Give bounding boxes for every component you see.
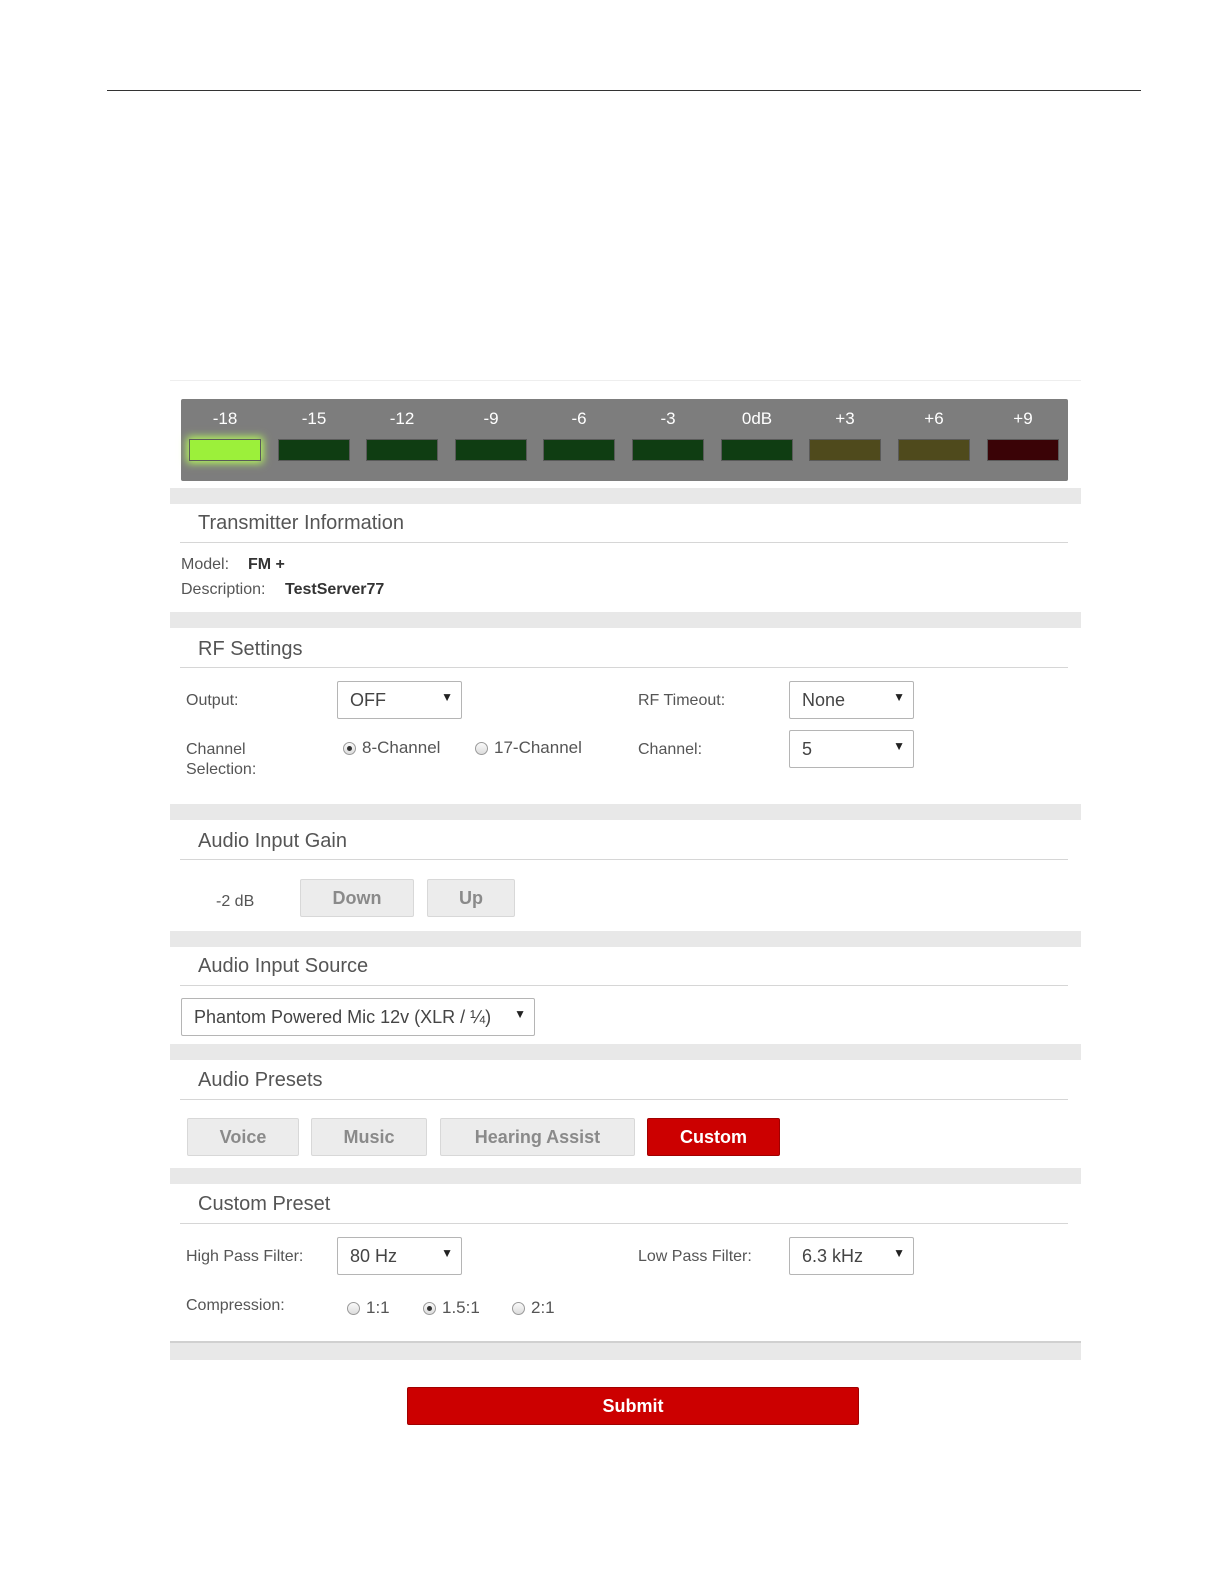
meter-led [189, 439, 261, 461]
audio-source-select-value: Phantom Powered Mic 12v (XLR / ¼) [194, 1007, 492, 1027]
low-pass-filter-label: Low Pass Filter: [638, 1248, 752, 1265]
meter-led [632, 439, 704, 461]
radio-compression-2-1-label: 2:1 [531, 1298, 555, 1317]
meter-led [455, 439, 527, 461]
meter-label: +9 [1013, 409, 1033, 428]
radio-17-channel[interactable]: 17-Channel [475, 738, 582, 758]
radio-17-channel-label: 17-Channel [494, 738, 582, 757]
channel-selection-label-line2: Selection: [186, 761, 257, 778]
chevron-down-icon: ▼ [893, 739, 905, 753]
audio-level-meter: -18 -15 -12 -9 -6 -3 0dB +3 +6 +9 [181, 399, 1068, 481]
radio-unselected-icon [512, 1301, 525, 1315]
model-value: FM + [248, 556, 285, 573]
section-band [170, 1044, 1081, 1060]
gain-up-button[interactable]: Up [427, 879, 515, 917]
radio-unselected-icon [475, 741, 488, 755]
radio-compression-2-1[interactable]: 2:1 [512, 1298, 555, 1318]
section-band [170, 804, 1081, 820]
section-band [170, 1341, 1081, 1360]
section-title-transmitter: Transmitter Information [198, 512, 404, 534]
preset-music-button[interactable]: Music [311, 1118, 427, 1156]
radio-8-channel[interactable]: 8-Channel [343, 738, 440, 758]
chevron-down-icon: ▼ [893, 1246, 905, 1260]
radio-selected-icon [423, 1301, 436, 1315]
section-divider [180, 859, 1068, 860]
radio-unselected-icon [347, 1301, 360, 1315]
page-header-rule [107, 90, 1141, 91]
meter-label: +3 [835, 409, 855, 428]
channel-select-value: 5 [802, 739, 813, 759]
output-select[interactable]: OFF ▼ [337, 681, 462, 719]
meter-label: 0dB [741, 409, 773, 428]
section-band [170, 931, 1081, 947]
section-title-source: Audio Input Source [198, 955, 369, 977]
output-select-value: OFF [350, 690, 386, 710]
audio-source-select[interactable]: Phantom Powered Mic 12v (XLR / ¼) ▼ [181, 998, 535, 1036]
meter-label: -15 [301, 409, 327, 428]
preset-custom-button[interactable]: Custom [647, 1118, 780, 1156]
meter-label: -3 [660, 409, 676, 428]
section-title-gain: Audio Input Gain [198, 830, 347, 852]
radio-compression-1-5-1-label: 1.5:1 [442, 1298, 480, 1317]
rf-timeout-label: RF Timeout: [638, 692, 726, 709]
settings-panel: -18 -15 -12 -9 -6 -3 0dB +3 +6 +9 Transm… [170, 380, 1081, 1430]
preset-hearing-assist-button[interactable]: Hearing Assist [440, 1118, 635, 1156]
channel-selection-label-line1: Channel [186, 741, 246, 758]
section-divider [180, 985, 1068, 986]
section-title-custom: Custom Preset [198, 1193, 331, 1215]
section-divider [180, 1223, 1068, 1224]
high-pass-filter-label: High Pass Filter: [186, 1248, 304, 1265]
chevron-down-icon: ▼ [441, 1246, 453, 1260]
high-pass-filter-value: 80 Hz [350, 1246, 398, 1266]
panel-top-divider [170, 380, 1081, 381]
output-label: Output: [186, 692, 239, 709]
meter-led [987, 439, 1059, 461]
meter-led [278, 439, 350, 461]
meter-led [543, 439, 615, 461]
section-band [170, 1168, 1081, 1184]
section-divider [180, 667, 1068, 668]
description-value: TestServer77 [285, 581, 385, 598]
meter-label: -6 [571, 409, 587, 428]
description-label: Description: [181, 581, 266, 598]
section-divider [180, 1099, 1068, 1100]
channel-label: Channel: [638, 741, 703, 758]
submit-button[interactable]: Submit [407, 1387, 859, 1425]
meter-label: -12 [389, 409, 415, 428]
rf-timeout-select[interactable]: None ▼ [789, 681, 914, 719]
meter-label: -9 [483, 409, 499, 428]
meter-label: +6 [924, 409, 944, 428]
meter-led [366, 439, 438, 461]
gain-down-button[interactable]: Down [300, 879, 414, 917]
chevron-down-icon: ▼ [893, 690, 905, 704]
gain-value: -2 dB [216, 893, 255, 910]
radio-compression-1-1-label: 1:1 [366, 1298, 390, 1317]
meter-led [721, 439, 793, 461]
chevron-down-icon: ▼ [514, 1007, 526, 1021]
model-label: Model: [181, 556, 230, 573]
meter-label: -18 [212, 409, 238, 428]
preset-voice-button[interactable]: Voice [187, 1118, 299, 1156]
section-divider [180, 542, 1068, 543]
low-pass-filter-value: 6.3 kHz [802, 1246, 864, 1266]
compression-label: Compression: [186, 1297, 285, 1314]
radio-compression-1-5-1[interactable]: 1.5:1 [423, 1298, 480, 1318]
low-pass-filter-select[interactable]: 6.3 kHz ▼ [789, 1237, 914, 1275]
meter-led [898, 439, 970, 461]
radio-compression-1-1[interactable]: 1:1 [347, 1298, 390, 1318]
channel-select[interactable]: 5 ▼ [789, 730, 914, 768]
high-pass-filter-select[interactable]: 80 Hz ▼ [337, 1237, 462, 1275]
meter-led [809, 439, 881, 461]
radio-selected-icon [343, 741, 356, 755]
chevron-down-icon: ▼ [441, 690, 453, 704]
section-title-rf: RF Settings [198, 638, 303, 660]
rf-timeout-select-value: None [802, 690, 846, 710]
section-band [170, 612, 1081, 628]
section-band [170, 488, 1081, 504]
section-title-presets: Audio Presets [198, 1069, 323, 1091]
radio-8-channel-label: 8-Channel [362, 738, 441, 757]
channel-selection-label: Channel Selection: [186, 740, 256, 780]
